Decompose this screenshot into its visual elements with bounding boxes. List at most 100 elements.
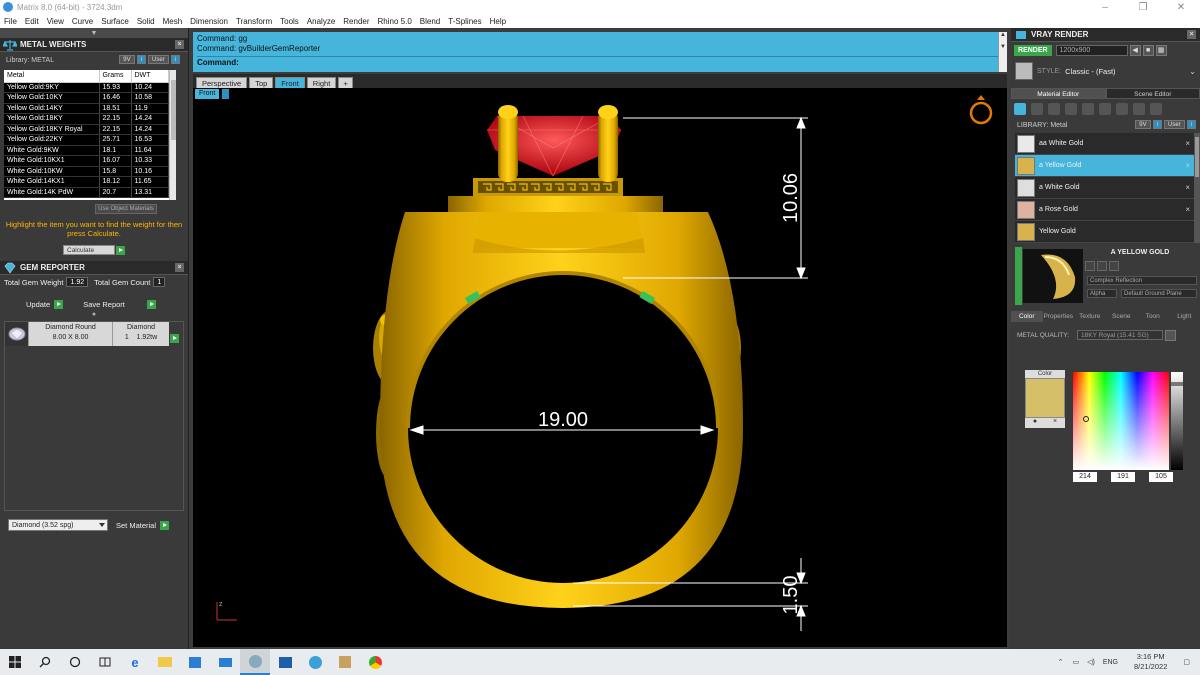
brightness-slider[interactable] — [1171, 372, 1183, 470]
menu-transform[interactable]: Transform — [232, 17, 276, 26]
green-value[interactable]: 191 — [1111, 472, 1135, 482]
close-icon[interactable]: × — [1185, 183, 1190, 192]
style-thumbnail[interactable] — [1015, 62, 1033, 80]
lamp-icon[interactable] — [1116, 103, 1128, 115]
calculate-button[interactable]: Calculate — [63, 245, 115, 255]
color-swatch[interactable] — [1025, 378, 1065, 418]
gem-material-select[interactable]: Diamond (3.52 spg) — [8, 519, 108, 531]
library-user-button[interactable]: User — [1163, 120, 1185, 129]
tab-toon[interactable]: Toon — [1137, 311, 1169, 322]
volume-icon[interactable]: ◁) — [1087, 658, 1095, 666]
file-explorer-icon[interactable] — [150, 649, 180, 675]
info-icon[interactable]: i — [1186, 120, 1196, 129]
tab-scene[interactable]: Scene — [1106, 311, 1138, 322]
blue-value[interactable]: 105 — [1149, 472, 1173, 482]
app-icon[interactable] — [330, 649, 360, 675]
app-icon[interactable] — [300, 649, 330, 675]
menu-analyze[interactable]: Analyze — [303, 17, 339, 26]
menu-view[interactable]: View — [43, 17, 68, 26]
scrollbar-thumb[interactable] — [171, 80, 176, 140]
bulb-icon[interactable] — [1150, 103, 1162, 115]
close-button[interactable]: ✕ — [1162, 2, 1200, 13]
viewport-label[interactable]: Front — [195, 89, 220, 99]
chevron-down-icon[interactable]: ⌄ — [1189, 67, 1196, 76]
library-user-button[interactable]: User — [147, 55, 169, 64]
reflection-select[interactable]: Complex Reflection — [1087, 276, 1197, 285]
menu-blend[interactable]: Blend — [416, 17, 444, 26]
info-icon[interactable]: i — [1152, 120, 1162, 129]
close-icon[interactable]: × — [175, 263, 184, 272]
notification-icon[interactable]: ▢ — [1183, 658, 1190, 666]
material-item[interactable]: Yellow Gold — [1015, 221, 1196, 243]
menu-edit[interactable]: Edit — [21, 17, 43, 26]
maximize-button[interactable]: ❐ — [1124, 2, 1162, 13]
menu-solid[interactable]: Solid — [133, 17, 159, 26]
close-icon[interactable]: × — [1053, 418, 1057, 428]
material-item[interactable]: aa White Gold × — [1015, 133, 1196, 155]
chevron-up-icon[interactable]: ⌃ — [1058, 658, 1064, 666]
set-material-go-icon[interactable] — [160, 520, 170, 530]
grid-icon[interactable]: ▦ — [1155, 45, 1167, 56]
command-prompt[interactable]: Command: — [197, 56, 1003, 69]
eyedropper-icon[interactable]: ● — [1033, 418, 1037, 428]
cortana-icon[interactable] — [60, 649, 90, 675]
style-select[interactable]: Classic - (Fast) — [1065, 67, 1189, 76]
language-indicator[interactable]: ENG — [1103, 659, 1118, 666]
close-icon[interactable]: × — [175, 40, 184, 49]
network-icon[interactable]: ▭ — [1072, 658, 1079, 666]
windows-start-icon[interactable] — [0, 649, 30, 675]
use-object-materials-button[interactable]: Use Object Materials — [95, 204, 157, 214]
table-row[interactable]: Diamond Round 8.00 X 8.00 Diamond 1 1.92… — [5, 322, 169, 346]
update-button[interactable]: Update — [26, 300, 50, 309]
alpha-field[interactable]: Alpha — [1087, 289, 1117, 298]
material-item[interactable]: a Yellow Gold × — [1015, 155, 1196, 177]
quality-option-icon[interactable] — [1165, 329, 1177, 341]
material-item[interactable]: a Rose Gold × — [1015, 199, 1196, 221]
cube-icon[interactable] — [1065, 103, 1077, 115]
tab-properties[interactable]: Properties — [1043, 311, 1075, 322]
menu-curve[interactable]: Curve — [68, 17, 97, 26]
menu-tsplines[interactable]: T-Splines — [444, 17, 485, 26]
close-icon[interactable]: × — [1185, 161, 1190, 170]
clock[interactable]: 3:16 PM 8/21/2022 — [1134, 652, 1167, 672]
menu-render[interactable]: Render — [339, 17, 373, 26]
collapse-handle[interactable]: ● — [0, 311, 188, 319]
pattern-icon[interactable] — [1082, 103, 1094, 115]
table-row[interactable]: Yellow Gold:9KY 15.93 10.24 — [4, 82, 169, 93]
slider-handle[interactable] — [1171, 382, 1183, 386]
gem-row-go-icon[interactable] — [170, 334, 179, 343]
table-row[interactable]: Yellow Gold:10KY 16.46 10.58 — [4, 92, 169, 104]
mail-icon[interactable] — [210, 649, 240, 675]
close-icon[interactable]: × — [1185, 139, 1190, 148]
edge-icon[interactable]: e — [120, 649, 150, 675]
save-report-button[interactable]: Save Report — [83, 300, 125, 309]
photos-icon[interactable] — [270, 649, 300, 675]
calculate-go-icon[interactable] — [116, 245, 125, 255]
texture-icon[interactable] — [1099, 103, 1111, 115]
tab-front[interactable]: Front — [275, 77, 305, 88]
set-material-button[interactable]: Set Material — [116, 521, 156, 530]
tab-top[interactable]: Top — [249, 77, 274, 88]
close-icon[interactable]: × — [1185, 205, 1190, 214]
tab-perspective[interactable]: Perspective — [196, 77, 248, 88]
chrome-icon[interactable] — [360, 649, 390, 675]
table-row[interactable]: White Gold:14KX1 18.12 11.65 — [4, 176, 169, 188]
table-row[interactable]: Yellow Gold:14KY 18.51 11.9 — [4, 103, 169, 114]
menu-tools[interactable]: Tools — [276, 17, 303, 26]
minimize-button[interactable]: – — [1086, 2, 1124, 13]
tab-color[interactable]: Color — [1011, 311, 1043, 322]
table-row[interactable]: Yellow Gold:18KY 22.15 14.24 — [4, 113, 169, 125]
tab-light[interactable]: Light — [1169, 311, 1200, 322]
preview-tool-icon[interactable] — [1109, 261, 1119, 271]
metal-table-scrollbar[interactable] — [169, 70, 176, 200]
matrix-app-icon[interactable] — [240, 649, 270, 675]
bulb-icon[interactable] — [1133, 103, 1145, 115]
info-icon[interactable]: i — [136, 55, 146, 64]
update-go-icon[interactable] — [54, 299, 64, 309]
previous-icon[interactable]: ◀ — [1129, 45, 1141, 56]
ground-plane-select[interactable]: Default Ground Plane — [1121, 289, 1197, 298]
metal-quality-select[interactable]: 18KY Royal (15.41 SG) — [1077, 330, 1164, 340]
tab-right[interactable]: Right — [306, 77, 337, 88]
search-icon[interactable] — [30, 649, 60, 675]
info-icon[interactable]: i — [170, 55, 180, 64]
